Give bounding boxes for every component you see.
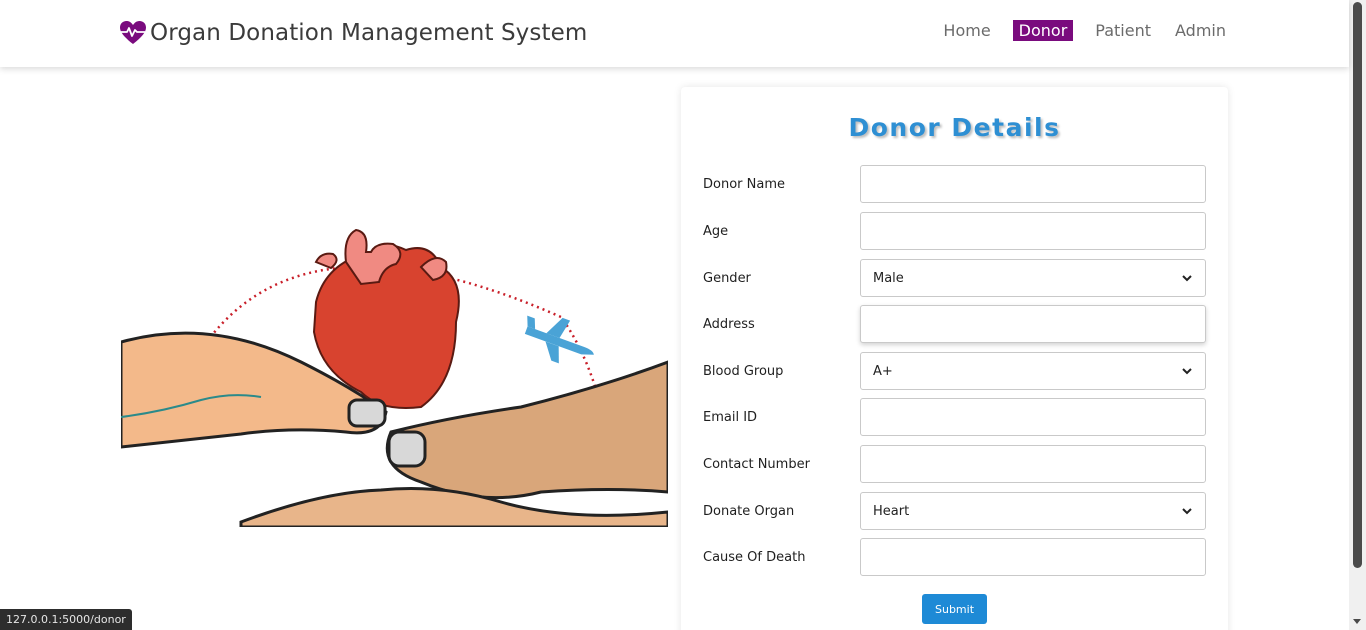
row-email: Email ID <box>703 398 1206 436</box>
nav-admin[interactable]: Admin <box>1173 20 1228 41</box>
chevron-down-icon <box>1182 368 1192 375</box>
blood-group-select[interactable]: A+ <box>860 352 1206 390</box>
vertical-scrollbar[interactable] <box>1349 0 1366 630</box>
nav-home[interactable]: Home <box>941 20 992 41</box>
address-input[interactable] <box>860 305 1206 343</box>
age-input[interactable] <box>860 212 1206 250</box>
gender-value: Male <box>873 270 904 286</box>
donor-name-input[interactable] <box>860 165 1206 203</box>
navbar: Organ Donation Management System Home Do… <box>0 0 1349 67</box>
email-label: Email ID <box>703 409 758 425</box>
chevron-down-icon <box>1182 508 1192 515</box>
gender-select[interactable]: Male <box>860 259 1206 297</box>
row-address: Address <box>703 305 1206 343</box>
form-title: Donor Details <box>848 113 1061 142</box>
hero-illustration <box>121 228 668 527</box>
nav-donor[interactable]: Donor <box>1012 20 1074 41</box>
row-contact-number: Contact Number <box>703 445 1206 483</box>
row-blood-group: Blood Group A+ <box>703 352 1206 390</box>
status-url: 127.0.0.1:5000/donor <box>0 609 132 630</box>
donor-name-label: Donor Name <box>703 176 785 192</box>
row-donate-organ: Donate Organ Heart <box>703 492 1206 530</box>
main-nav: Home Donor Patient Admin <box>921 20 1228 41</box>
address-label: Address <box>703 316 755 332</box>
heartbeat-icon <box>120 21 146 44</box>
scroll-down-arrow-icon[interactable] <box>1353 619 1361 624</box>
row-gender: Gender Male <box>703 259 1206 297</box>
blood-group-value: A+ <box>873 363 893 379</box>
row-cause-of-death: Cause Of Death <box>703 538 1206 576</box>
gender-label: Gender <box>703 270 751 286</box>
blood-group-label: Blood Group <box>703 363 784 379</box>
row-age: Age <box>703 212 1206 250</box>
donor-form-card: Donor Details Donor Name Age Gender Male… <box>681 87 1228 630</box>
brand-title: Organ Donation Management System <box>150 20 588 46</box>
contact-number-input[interactable] <box>860 445 1206 483</box>
donate-organ-label: Donate Organ <box>703 503 795 519</box>
hands-holding-heart-illustration <box>121 222 668 527</box>
email-input[interactable] <box>860 398 1206 436</box>
cause-of-death-label: Cause Of Death <box>703 549 806 565</box>
age-label: Age <box>703 223 729 239</box>
cause-of-death-input[interactable] <box>860 538 1206 576</box>
scrollbar-thumb[interactable] <box>1353 2 1362 568</box>
donate-organ-value: Heart <box>873 503 910 519</box>
row-donor-name: Donor Name <box>703 165 1206 203</box>
brand[interactable]: Organ Donation Management System <box>120 17 587 49</box>
contact-number-label: Contact Number <box>703 456 810 472</box>
chevron-down-icon <box>1182 275 1192 282</box>
donate-organ-select[interactable]: Heart <box>860 492 1206 530</box>
nav-patient[interactable]: Patient <box>1093 20 1153 41</box>
submit-button[interactable]: Submit <box>922 594 987 624</box>
